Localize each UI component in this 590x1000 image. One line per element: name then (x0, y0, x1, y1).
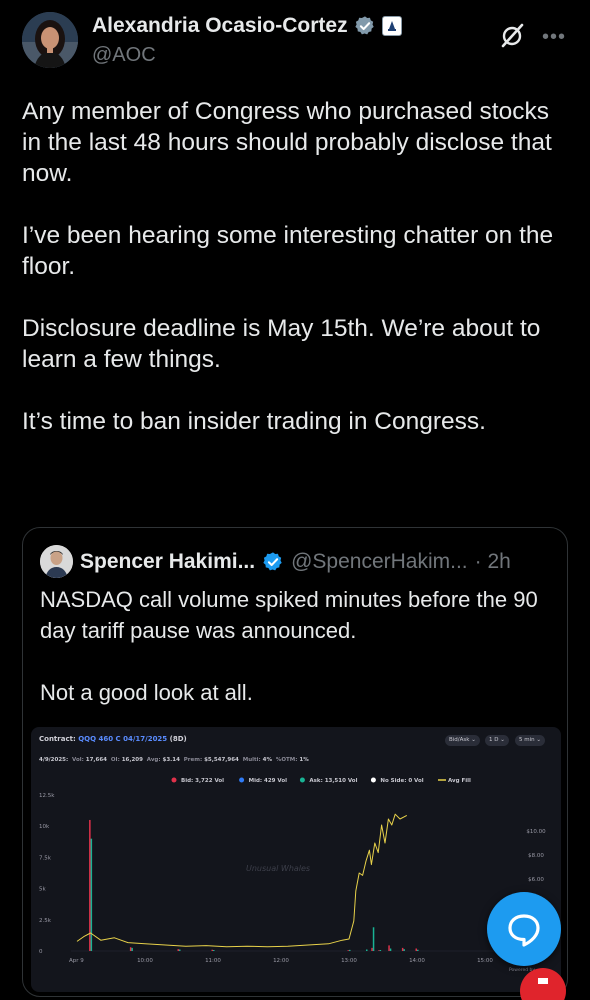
legend-label: Avg Fill (448, 778, 471, 784)
bid-bar (211, 949, 213, 951)
red-action-icon (538, 978, 548, 984)
tweet-paragraph: It’s time to ban insider trading in Cong… (22, 408, 486, 435)
legend-swatch-2 (299, 777, 305, 783)
compose-message-button[interactable] (487, 892, 561, 966)
x-tick-label: 12:00 (273, 958, 289, 964)
red-action-button[interactable] (520, 968, 566, 1000)
author-name[interactable]: Alexandria Ocasio-Cortez (92, 14, 348, 38)
ask-bar (179, 949, 181, 951)
ask-bar (372, 927, 375, 951)
legend-swatch-1 (239, 777, 245, 783)
avg-fill-line (76, 813, 408, 948)
bid-bar (415, 948, 417, 951)
legend-swatch-0 (171, 777, 177, 783)
y-tick-label: 7.5k (39, 855, 52, 861)
x-tick-label: 13:00 (341, 958, 357, 964)
bid-bar (177, 949, 179, 951)
ask-bar (417, 949, 419, 951)
right-tick-label: $10.00 (526, 829, 546, 835)
author-name-row: Alexandria Ocasio-Cortez (92, 14, 402, 38)
bid-bar (129, 947, 132, 951)
x-tick-label: 11:00 (205, 958, 221, 964)
bid-bar (401, 947, 404, 951)
bid-bar (371, 947, 373, 951)
chart-plot: Bid: 3,722 Vol Mid: 429 Vol Ask: 13,510 Vo… (39, 777, 546, 964)
grok-icon[interactable] (498, 22, 526, 50)
tweet-header: Alexandria Ocasio-Cortez @AOC ••• (22, 12, 570, 68)
bid-bar (378, 950, 380, 951)
government-affiliation-icon[interactable] (381, 16, 402, 36)
ask-bar (403, 949, 405, 951)
quoted-paragraph: Not a good look at all. (40, 680, 253, 705)
legend-label: Ask: 13,510 Vol (309, 778, 357, 784)
quoted-author-avatar[interactable] (40, 545, 73, 578)
verified-badge-icon (354, 16, 374, 35)
quoted-tweet-time[interactable]: · 2h (475, 550, 511, 574)
quoted-author-name[interactable]: Spencer Hakimi... (80, 550, 255, 574)
ask-bar (349, 949, 351, 951)
legend-label: Mid: 429 Vol (249, 778, 288, 784)
ask-bar (213, 950, 215, 951)
y-tick-label: 2.5k (39, 918, 52, 924)
y-tick-label: 5k (39, 887, 46, 893)
tweet-paragraph: Any member of Congress who purchased sto… (22, 98, 552, 187)
y-tick-label: 0 (39, 949, 43, 955)
options-flow-chart[interactable]: Contract: QQQ 460 C 04/17/2025 (8D) Bid/… (31, 727, 561, 992)
bid-bar (89, 819, 91, 951)
tweet-paragraph: I’ve been hearing some interesting chatt… (22, 222, 554, 280)
legend-label: Bid: 3,722 Vol (181, 778, 224, 784)
x-tick-label: 14:00 (409, 958, 425, 964)
tweet-paragraph: Disclosure deadline is May 15th. We’re a… (22, 315, 541, 373)
x-tick-label: Apr 9 (69, 958, 84, 964)
right-tick-label: $8.00 (528, 853, 544, 859)
ask-bar (389, 948, 392, 951)
y-tick-label: 10k (39, 824, 50, 830)
x-tick-label: 10:00 (137, 958, 153, 964)
author-avatar[interactable] (22, 12, 78, 68)
quoted-paragraph: NASDAQ call volume spiked minutes before… (40, 587, 538, 643)
author-handle[interactable]: @AOC (92, 44, 156, 67)
y-tick-label: 12.5k (39, 793, 55, 799)
watermark: Unusual Whales (246, 864, 311, 873)
quoted-author-handle[interactable]: @SpencerHakim... (291, 550, 468, 574)
right-tick-label: $6.00 (528, 877, 544, 883)
bid-bar (347, 950, 349, 951)
quoted-tweet-text: NASDAQ call volume spiked minutes before… (40, 584, 560, 708)
legend-label: No Side: 0 Vol (380, 778, 423, 784)
ask-bar (379, 950, 382, 951)
more-options-icon[interactable]: ••• (542, 26, 566, 49)
ask-bar (366, 949, 368, 951)
quoted-tweet-header: Spencer Hakimi... @SpencerHakim... · 2h (40, 545, 511, 578)
chat-bubble-icon (508, 914, 540, 947)
tweet-text: Any member of Congress who purchased sto… (22, 96, 572, 437)
legend-swatch-3 (370, 777, 376, 783)
ask-bar (131, 947, 133, 951)
bid-bar (388, 945, 390, 951)
verified-badge-icon (263, 551, 282, 570)
